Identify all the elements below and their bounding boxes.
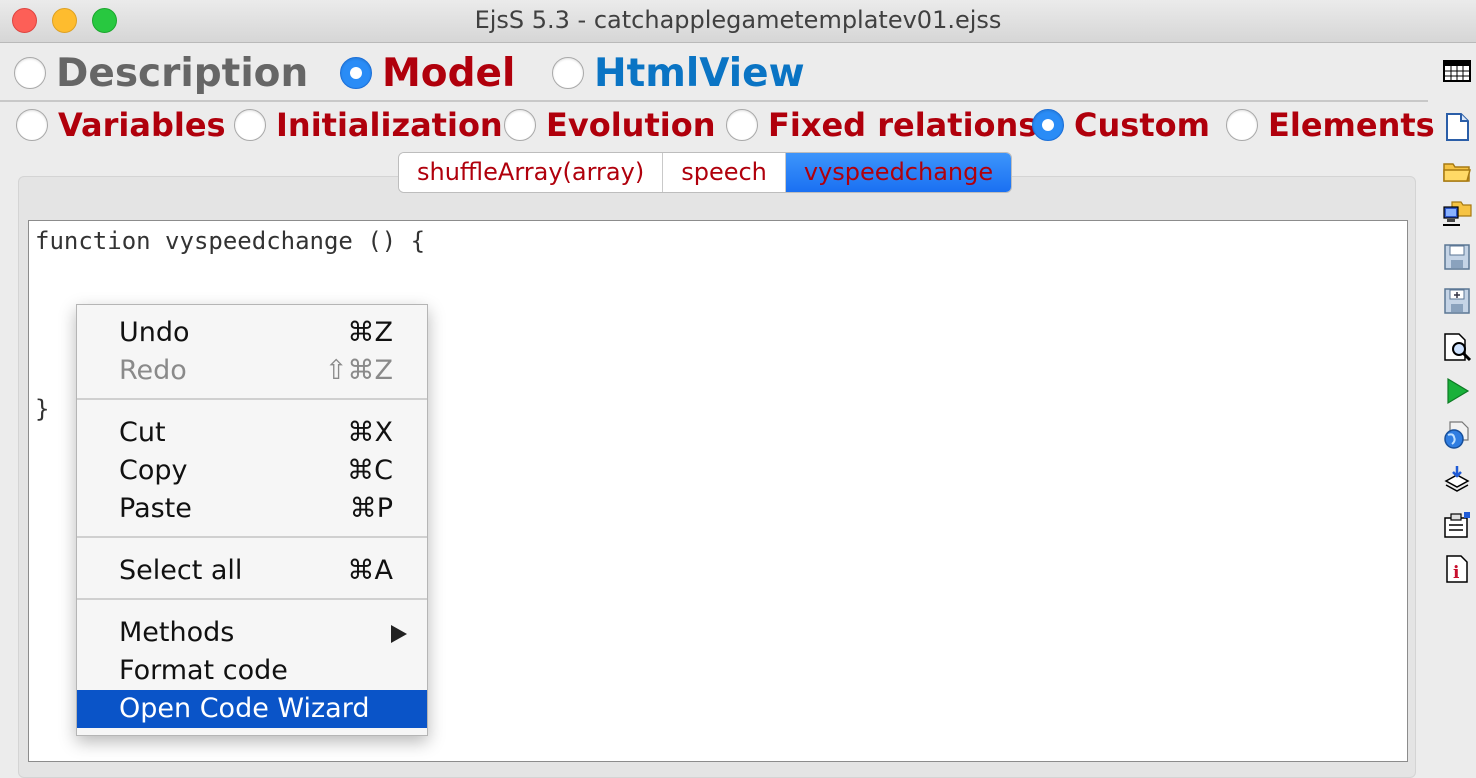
window-title: EjsS 5.3 - catchapplegametemplatev01.ejs… xyxy=(474,6,1002,34)
menu-item-select-all-label: Select all xyxy=(119,555,243,586)
tab-evolution-label: Evolution xyxy=(546,106,716,144)
menu-item-paste-label: Paste xyxy=(119,493,192,524)
menu-item-paste-shortcut: ⌘P xyxy=(349,493,393,524)
tab-model[interactable]: Model xyxy=(340,51,515,96)
menu-item-redo[interactable]: Redo ⇧⌘Z xyxy=(77,352,427,390)
tab-vyspeedchange[interactable]: vyspeedchange xyxy=(785,153,1012,192)
properties-icon[interactable] xyxy=(1442,510,1472,540)
tab-elements-label: Elements xyxy=(1268,106,1435,144)
table-icon[interactable] xyxy=(1442,56,1472,86)
context-menu: Undo ⌘Z Redo ⇧⌘Z Cut ⌘X Copy ⌘C Paste ⌘P… xyxy=(76,304,428,736)
web-icon[interactable] xyxy=(1442,420,1472,450)
tab-elements[interactable]: Elements xyxy=(1226,106,1435,144)
menu-item-cut-shortcut: ⌘X xyxy=(347,417,394,448)
open-network-icon[interactable] xyxy=(1442,198,1472,228)
menu-item-copy-label: Copy xyxy=(119,455,188,486)
tab-description-label: Description xyxy=(56,50,309,96)
svg-text:i: i xyxy=(1453,563,1460,583)
custom-code-tabs: shuffleArray(array) speech vyspeedchange xyxy=(398,152,1013,193)
tab-custom[interactable]: Custom xyxy=(1032,106,1210,144)
radio-initialization[interactable] xyxy=(234,109,266,141)
tab-description[interactable]: Description xyxy=(14,51,308,96)
code-line-2: } xyxy=(35,395,50,423)
menu-item-copy[interactable]: Copy ⌘C xyxy=(77,452,427,490)
info-icon[interactable]: i xyxy=(1442,554,1472,584)
open-folder-icon[interactable] xyxy=(1442,156,1472,186)
new-file-icon[interactable] xyxy=(1442,112,1472,142)
menu-item-redo-label: Redo xyxy=(119,355,187,386)
menu-item-open-code-wizard[interactable]: Open Code Wizard xyxy=(77,690,427,728)
tab-initialization[interactable]: Initialization xyxy=(234,106,503,144)
divider xyxy=(0,100,1428,102)
save-icon[interactable] xyxy=(1442,242,1472,272)
menu-item-undo-label: Undo xyxy=(119,317,190,348)
tab-custom-label: Custom xyxy=(1074,106,1210,144)
menu-item-cut[interactable]: Cut ⌘X xyxy=(77,414,427,452)
menu-item-select-all-shortcut: ⌘A xyxy=(347,555,393,586)
menu-item-methods[interactable]: Methods xyxy=(77,614,427,652)
tab-fixed-relations-label: Fixed relations xyxy=(768,106,1038,144)
menu-item-redo-shortcut: ⇧⌘Z xyxy=(324,355,393,386)
radio-variables[interactable] xyxy=(16,109,48,141)
menu-separator xyxy=(77,536,427,538)
tab-variables-label: Variables xyxy=(58,106,226,144)
tab-fixed-relations[interactable]: Fixed relations xyxy=(726,106,1037,144)
menu-separator xyxy=(77,598,427,600)
radio-evolution[interactable] xyxy=(504,109,536,141)
menu-item-methods-label: Methods xyxy=(119,617,235,648)
menu-item-paste[interactable]: Paste ⌘P xyxy=(77,490,427,528)
tab-htmlview-label: HtmlView xyxy=(594,50,805,96)
radio-description[interactable] xyxy=(14,57,46,89)
menu-item-cut-label: Cut xyxy=(119,417,166,448)
install-icon[interactable] xyxy=(1442,464,1472,494)
menu-item-undo[interactable]: Undo ⌘Z xyxy=(77,314,427,352)
radio-htmlview[interactable] xyxy=(552,57,584,89)
submenu-arrow-icon xyxy=(391,625,407,643)
title-bar: EjsS 5.3 - catchapplegametemplatev01.ejs… xyxy=(0,0,1476,43)
radio-custom[interactable] xyxy=(1032,109,1064,141)
tab-shufflearray[interactable]: shuffleArray(array) xyxy=(399,153,664,192)
tab-htmlview[interactable]: HtmlView xyxy=(552,51,805,96)
code-line-1: function vyspeedchange () { xyxy=(35,227,426,255)
right-toolbar: i xyxy=(1432,50,1476,750)
menu-item-open-code-wizard-label: Open Code Wizard xyxy=(119,693,370,724)
tab-evolution[interactable]: Evolution xyxy=(504,106,715,144)
menu-item-format-code-label: Format code xyxy=(119,655,288,686)
menu-item-undo-shortcut: ⌘Z xyxy=(347,317,394,348)
tab-model-label: Model xyxy=(382,50,516,96)
tab-variables[interactable]: Variables xyxy=(16,106,226,144)
menu-separator xyxy=(77,398,427,400)
menu-item-select-all[interactable]: Select all ⌘A xyxy=(77,552,427,590)
radio-elements[interactable] xyxy=(1226,109,1258,141)
menu-item-copy-shortcut: ⌘C xyxy=(347,455,393,486)
radio-model[interactable] xyxy=(340,57,372,89)
tab-speech[interactable]: speech xyxy=(663,153,786,192)
run-icon[interactable] xyxy=(1442,376,1472,406)
tab-initialization-label: Initialization xyxy=(276,106,503,144)
radio-fixed-relations[interactable] xyxy=(726,109,758,141)
menu-item-format-code[interactable]: Format code xyxy=(77,652,427,690)
search-document-icon[interactable] xyxy=(1442,332,1472,362)
save-as-icon[interactable] xyxy=(1442,286,1472,316)
